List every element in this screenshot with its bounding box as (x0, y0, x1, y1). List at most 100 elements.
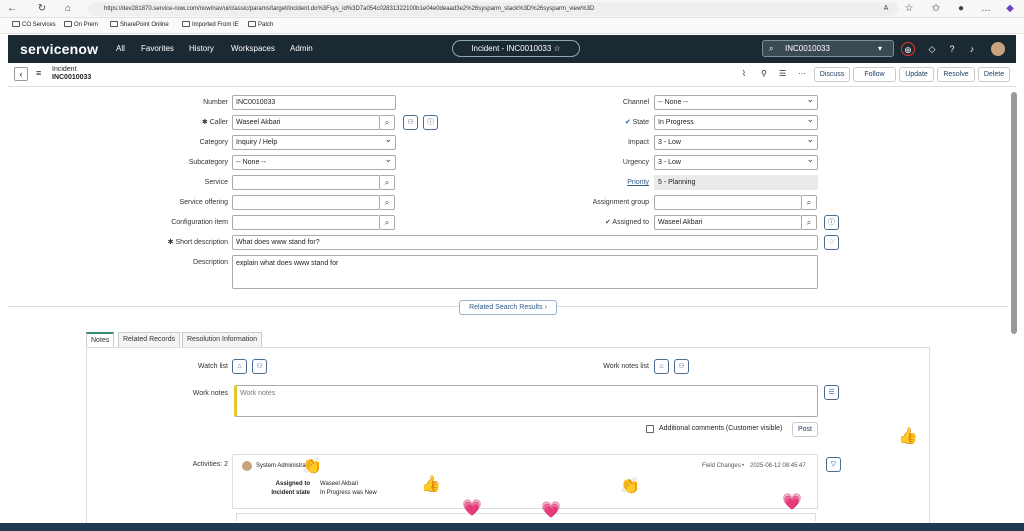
menu-favorites[interactable]: Favorites (141, 44, 174, 53)
short-description-field[interactable]: What does www stand for? (232, 235, 818, 250)
assigned-to-field[interactable]: Waseel Akbari (654, 215, 802, 230)
check-circle-icon: ✔ (624, 119, 633, 126)
configuration-item-label: Configuration item (171, 219, 228, 226)
bookmark-sharepoint[interactable]: SharePoint Online (110, 21, 169, 30)
caller-field[interactable]: Waseel Akbari (232, 115, 380, 130)
avatar[interactable] (991, 42, 1005, 56)
attachment-icon[interactable]: ⌇ (742, 69, 746, 78)
assignment-group-field[interactable] (654, 195, 802, 210)
activity-timestamp: 2025-08-12 08:45:47 (750, 463, 806, 469)
tab-notes[interactable]: Notes (86, 332, 115, 347)
tab-related-records[interactable]: Related Records (118, 332, 181, 347)
menu-workspaces[interactable]: Workspaces (231, 44, 275, 53)
add-user-icon[interactable]: ⚇ (252, 359, 267, 374)
profile-icon[interactable]: ● (955, 3, 967, 15)
bookmark-on-prem[interactable]: On Prem (64, 21, 98, 30)
caller-info-icon[interactable]: ⓘ (423, 115, 438, 130)
folder-icon (110, 21, 118, 27)
number-label: Number (203, 99, 228, 106)
read-aloud-icon[interactable]: A (880, 3, 892, 15)
service-label: Service (204, 179, 228, 186)
bookmark-imported[interactable]: Imported From IE (182, 21, 239, 30)
discuss-button[interactable]: Discuss (814, 67, 850, 82)
extensions-icon[interactable]: … (980, 3, 992, 15)
impact-label: Impact (627, 139, 649, 146)
activities-label: Activities: 2 (192, 461, 228, 468)
caller-tree-icon[interactable]: ⚇ (403, 115, 418, 130)
caller-search-icon[interactable]: ⌕ (380, 115, 395, 130)
activity-type: Field Changes (702, 463, 741, 469)
favorites-icon[interactable]: ✩ (930, 3, 942, 15)
folder-icon (64, 21, 72, 27)
settings-icon[interactable]: ☰ (779, 69, 786, 78)
favorite-star-icon[interactable]: ☆ (903, 3, 915, 15)
more-icon[interactable]: ··· (798, 69, 806, 78)
service-offering-search-icon[interactable]: ⌕ (380, 195, 395, 210)
taskbar (0, 523, 1024, 531)
number-field[interactable]: INC0010033 (232, 95, 396, 110)
home-icon[interactable]: ⌂ (62, 3, 74, 15)
servicenow-header: servicenow All Favorites History Workspa… (8, 35, 1016, 63)
bookmark-co-services[interactable]: CO Services (12, 21, 56, 30)
reload-icon[interactable]: ↻ (36, 3, 48, 15)
work-notes-textarea[interactable]: Work notes (234, 385, 818, 417)
activity-icon[interactable]: ⚲ (761, 69, 767, 78)
state-select[interactable]: In Progress (654, 115, 818, 130)
bookmark-patch[interactable]: Patch (248, 21, 273, 30)
service-search-icon[interactable]: ⌕ (380, 175, 395, 190)
chevron-down-icon[interactable]: ▾ (878, 44, 882, 53)
assignment-group-search-icon[interactable]: ⌕ (802, 195, 817, 210)
related-search-button[interactable]: Related Search Results › (459, 300, 557, 315)
subcategory-select[interactable]: -- None -- (232, 155, 396, 170)
delete-button[interactable]: Delete (978, 67, 1010, 82)
scrollbar[interactable] (1011, 92, 1017, 334)
back-icon[interactable]: ← (6, 3, 18, 15)
service-offering-label: Service offering (179, 199, 228, 206)
lock-icon[interactable]: ⌂ (232, 359, 247, 374)
form-number: INC0010033 (52, 74, 92, 81)
menu-admin[interactable]: Admin (290, 44, 313, 53)
update-button[interactable]: Update (899, 67, 934, 82)
servicenow-logo[interactable]: servicenow (20, 41, 98, 57)
filter-icon[interactable]: ▽ (826, 457, 841, 472)
search-icon: ⌕ (769, 44, 774, 53)
tab-resolution-information[interactable]: Resolution Information (182, 332, 263, 347)
menu-history[interactable]: History (189, 44, 214, 53)
priority-link[interactable]: Priority (550, 175, 649, 190)
priority-field: 5 - Planning (654, 175, 818, 190)
lock-icon[interactable]: ⌂ (654, 359, 669, 374)
category-select[interactable]: Inquiry / Help (232, 135, 396, 150)
follow-button[interactable]: Follow (853, 67, 896, 82)
additional-comments-checkbox[interactable] (646, 425, 654, 433)
back-button[interactable]: ‹ (14, 67, 28, 81)
assigned-to-search-icon[interactable]: ⌕ (802, 215, 817, 230)
add-user-icon[interactable]: ⚇ (674, 359, 689, 374)
menu-all[interactable]: All (116, 44, 125, 53)
resolve-button[interactable]: Resolve (937, 67, 975, 82)
configuration-item-field[interactable] (232, 215, 380, 230)
compose-icon[interactable]: ☰ (824, 385, 839, 400)
copilot-icon[interactable]: ◆ (1004, 3, 1016, 15)
assigned-to-info-icon[interactable]: ⓘ (824, 215, 839, 230)
urgency-select[interactable]: 3 - Low (654, 155, 818, 170)
bell-icon[interactable]: ♪ (965, 42, 979, 56)
description-textarea[interactable]: explain what does www stand for (232, 255, 818, 289)
watch-list-label: Watch list (197, 363, 228, 370)
service-offering-field[interactable] (232, 195, 380, 210)
help-icon[interactable]: ? (945, 42, 959, 56)
address-bar[interactable]: https://dev281870.service-now.com/now/na… (88, 2, 898, 16)
activity-field: Assigned to (275, 481, 310, 487)
state-label: ✔ State (624, 119, 649, 126)
service-field[interactable] (232, 175, 380, 190)
globe-icon[interactable]: ⊕ (901, 42, 915, 56)
hamburger-icon[interactable]: ≡ (36, 68, 41, 78)
lightbulb-icon[interactable]: ♢ (824, 235, 839, 250)
browser-toolbar: ← ↻ ⌂ https://dev281870.service-now.com/… (0, 0, 1024, 18)
chat-icon[interactable]: ◇ (925, 42, 939, 56)
context-pill[interactable]: Incident - INC0010033 ☆ (452, 40, 580, 57)
channel-select[interactable]: -- None -- (654, 95, 818, 110)
global-search-input[interactable]: INC0010033 (762, 40, 894, 57)
impact-select[interactable]: 3 - Low (654, 135, 818, 150)
post-button[interactable]: Post (792, 422, 818, 437)
configuration-item-search-icon[interactable]: ⌕ (380, 215, 395, 230)
